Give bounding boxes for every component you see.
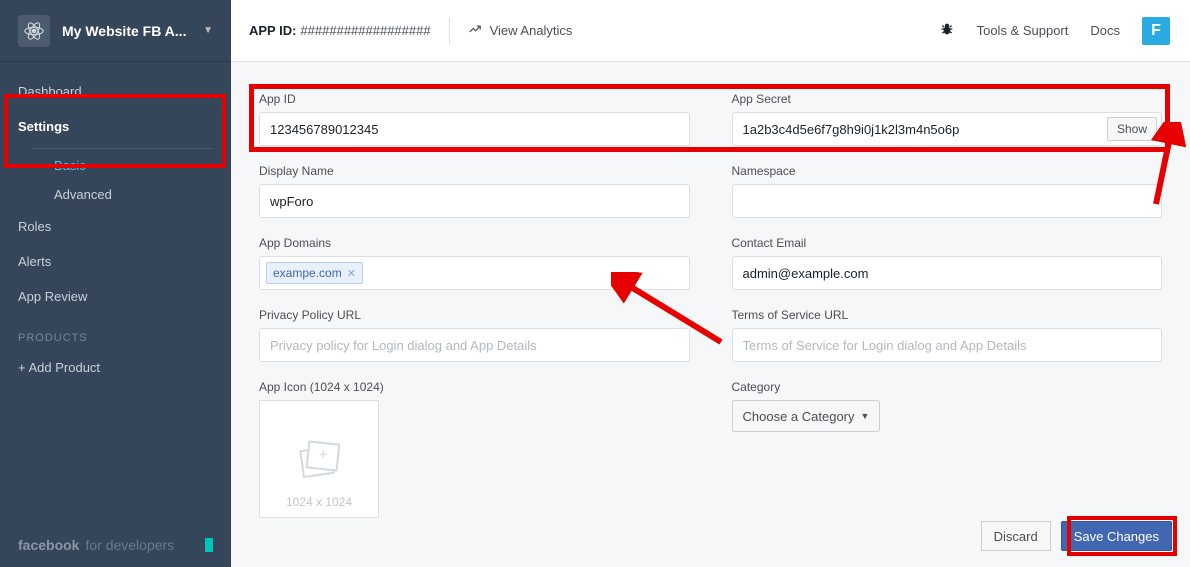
actions-bar: Discard Save Changes: [981, 515, 1172, 557]
sidebar-item-roles[interactable]: Roles: [0, 209, 231, 244]
app-icon-upload[interactable]: + 1024 x 1024: [259, 400, 379, 518]
topbar: APP ID: ################## View Analytic…: [231, 0, 1190, 62]
app-icon-label: App Icon (1024 x 1024): [259, 380, 690, 394]
avatar[interactable]: F: [1142, 17, 1170, 45]
contact-email-label: Contact Email: [732, 236, 1163, 250]
domain-token-text: exampe.com: [273, 266, 342, 280]
sidebar-menu: Dashboard Settings Basic Advanced Roles …: [0, 62, 231, 385]
terms-url-label: Terms of Service URL: [732, 308, 1163, 322]
privacy-url-label: Privacy Policy URL: [259, 308, 690, 322]
app-secret-label: App Secret: [732, 92, 1163, 106]
category-label: Category: [732, 380, 1163, 394]
facebook-brand: facebook: [18, 537, 79, 553]
atom-icon: [18, 15, 50, 47]
app-secret-input[interactable]: [732, 112, 1163, 146]
bug-icon[interactable]: [939, 21, 955, 40]
view-analytics-label: View Analytics: [490, 23, 573, 38]
app-domains-input[interactable]: exampe.com ✕: [259, 256, 690, 290]
app-id-input[interactable]: [259, 112, 690, 146]
display-name-label: Display Name: [259, 164, 690, 178]
content: App ID App Secret Show Display Name: [231, 62, 1190, 567]
contact-email-input[interactable]: [732, 256, 1163, 290]
chevron-down-icon: ▼: [203, 25, 213, 36]
sidebar-item-settings[interactable]: Settings: [0, 109, 231, 144]
sidebar: My Website FB A... ▼ Dashboard Settings …: [0, 0, 231, 567]
divider: [449, 18, 450, 44]
image-placeholder-icon: +: [294, 437, 344, 481]
discard-button[interactable]: Discard: [981, 521, 1051, 551]
app-switcher[interactable]: My Website FB A... ▼: [0, 0, 231, 62]
app-domains-label: App Domains: [259, 236, 690, 250]
domain-token[interactable]: exampe.com ✕: [266, 262, 363, 284]
main: APP ID: ################## View Analytic…: [231, 0, 1190, 567]
sidebar-item-alerts[interactable]: Alerts: [0, 244, 231, 279]
for-developers-text: for developers: [85, 537, 174, 553]
tools-support-link[interactable]: Tools & Support: [977, 23, 1069, 38]
category-select-label: Choose a Category: [743, 409, 855, 424]
category-select[interactable]: Choose a Category ▼: [732, 400, 881, 432]
sidebar-item-app-review[interactable]: App Review: [0, 279, 231, 314]
app-name: My Website FB A...: [62, 23, 191, 39]
sidebar-item-add-product[interactable]: + Add Product: [0, 350, 231, 385]
app-id-label: App ID: [259, 92, 690, 106]
chevron-down-icon: ▼: [861, 411, 870, 421]
namespace-input[interactable]: [732, 184, 1163, 218]
sidebar-item-basic[interactable]: Basic: [36, 151, 231, 180]
namespace-label: Namespace: [732, 164, 1163, 178]
app-id-label: APP ID:: [249, 23, 296, 38]
sidebar-item-dashboard[interactable]: Dashboard: [0, 74, 231, 109]
docs-link[interactable]: Docs: [1090, 23, 1120, 38]
view-analytics-link[interactable]: View Analytics: [468, 22, 573, 39]
analytics-icon: [468, 22, 482, 39]
terms-url-input[interactable]: [732, 328, 1163, 362]
save-changes-button[interactable]: Save Changes: [1061, 521, 1172, 551]
products-heading: PRODUCTS: [0, 314, 231, 350]
icon-size-hint: 1024 x 1024: [286, 495, 352, 509]
sidebar-footer: facebook for developers: [0, 523, 231, 567]
remove-token-icon[interactable]: ✕: [347, 267, 356, 280]
privacy-url-input[interactable]: [259, 328, 690, 362]
sidebar-item-advanced[interactable]: Advanced: [36, 180, 231, 209]
show-secret-button[interactable]: Show: [1107, 117, 1157, 141]
divider: [32, 148, 213, 149]
svg-text:+: +: [318, 446, 328, 463]
display-name-input[interactable]: [259, 184, 690, 218]
accent-bar: [205, 538, 213, 552]
app-id-value: ##################: [300, 23, 430, 38]
